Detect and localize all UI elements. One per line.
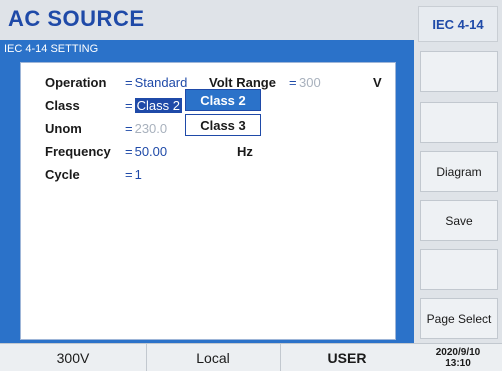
class-eq: = xyxy=(125,97,133,113)
header: AC SOURCE xyxy=(0,0,414,40)
mode-status: Local xyxy=(146,344,281,371)
diagram-button[interactable]: Diagram xyxy=(420,151,498,192)
frequency-label: Frequency xyxy=(45,143,111,159)
settings-area: IEC 4-14 SETTING Operation = Standard Vo… xyxy=(0,40,414,343)
volt-range-label: Volt Range xyxy=(209,74,276,90)
page-select-button[interactable]: Page Select xyxy=(420,298,498,339)
class-value[interactable]: Class 2 xyxy=(134,97,182,113)
date-text: 2020/9/10 xyxy=(435,346,481,358)
frequency-row: Frequency = 50.00 Hz xyxy=(45,141,305,161)
status-bar: 300V Local USER xyxy=(0,343,415,371)
datetime: 2020/9/10 13:10 xyxy=(414,343,502,371)
class-row: Class = Class 2 xyxy=(45,95,182,115)
softkey-1[interactable] xyxy=(420,51,498,92)
frequency-value[interactable]: 50.00 xyxy=(135,144,168,159)
time-text: 13:10 xyxy=(445,357,471,369)
standard-indicator: IEC 4-14 xyxy=(418,6,498,42)
class-dropdown: Class 2 Class 3 xyxy=(185,89,261,139)
unom-eq: = xyxy=(125,120,133,136)
unom-label: Unom xyxy=(45,120,82,136)
user-status: USER xyxy=(280,344,415,371)
unom-row: Unom = 230.0 xyxy=(45,118,167,138)
class-label: Class xyxy=(45,97,80,113)
volt-range-eq: = xyxy=(289,74,297,90)
range-status: 300V xyxy=(0,344,147,371)
frequency-eq: = xyxy=(125,143,133,159)
save-button[interactable]: Save xyxy=(420,200,498,241)
frequency-unit: Hz xyxy=(237,143,253,159)
volt-range-unit: V xyxy=(373,74,382,90)
app-title: AC SOURCE xyxy=(8,6,145,31)
cycle-row: Cycle = 1 xyxy=(45,164,142,184)
unom-value: 230.0 xyxy=(134,120,168,136)
cycle-eq: = xyxy=(125,166,133,182)
softkey-2[interactable] xyxy=(420,102,498,143)
cycle-label: Cycle xyxy=(45,166,80,182)
settings-title: IEC 4-14 SETTING xyxy=(4,43,99,55)
cycle-value[interactable]: 1 xyxy=(135,167,142,182)
volt-range-value[interactable]: 300 xyxy=(299,75,321,90)
class-option-2[interactable]: Class 2 xyxy=(185,89,261,111)
softkey-5[interactable] xyxy=(420,249,498,290)
class-option-3[interactable]: Class 3 xyxy=(185,114,261,136)
